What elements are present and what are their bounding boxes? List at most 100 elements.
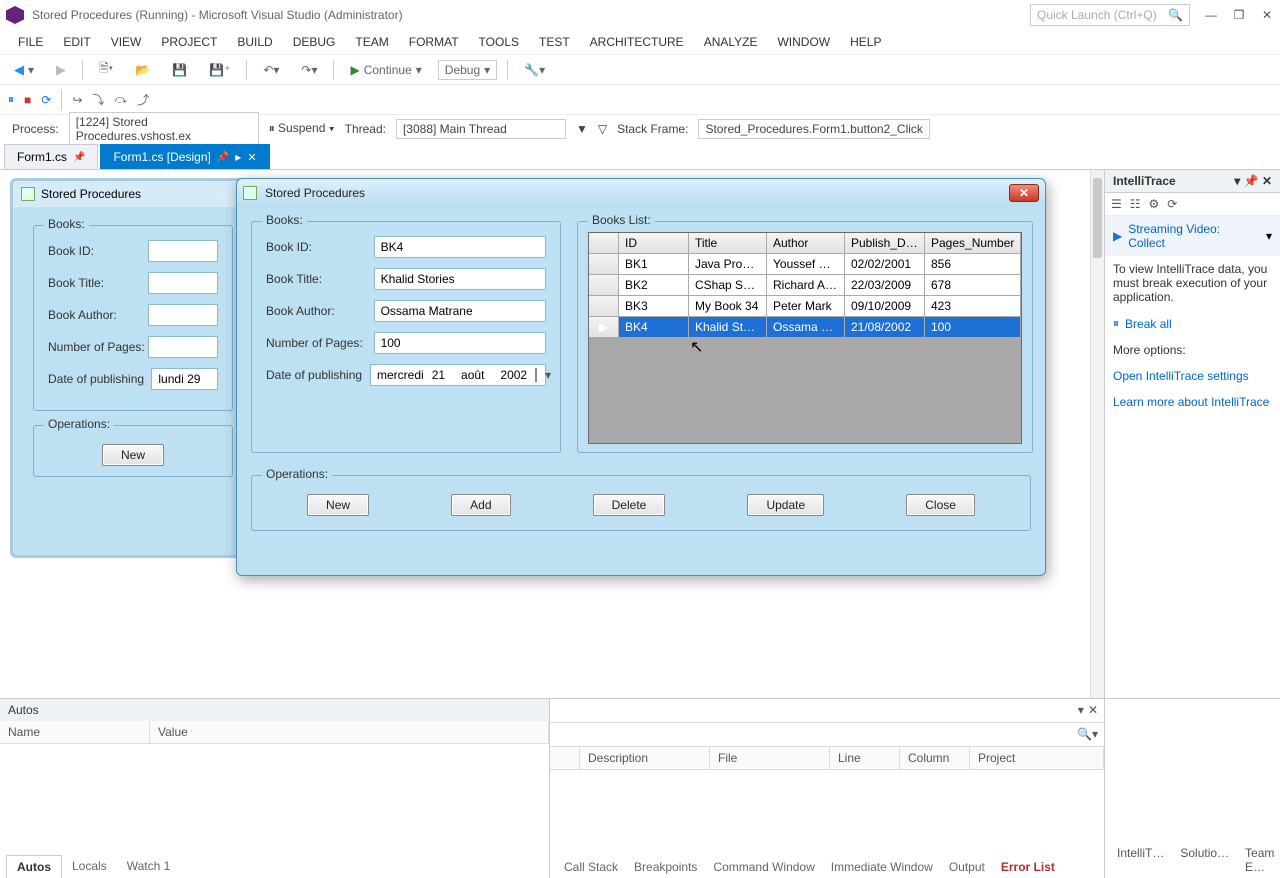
- update-button[interactable]: Update: [747, 494, 824, 516]
- dropdown-icon[interactable]: ▾: [1234, 174, 1240, 188]
- tab-breakpoints[interactable]: Breakpoints: [626, 856, 705, 878]
- input-pages[interactable]: [374, 332, 546, 354]
- close-button[interactable]: ✕: [1260, 8, 1274, 22]
- editor-scrollbar[interactable]: [1090, 170, 1104, 698]
- list-icon[interactable]: ☰: [1111, 197, 1122, 211]
- add-button[interactable]: Add: [451, 494, 510, 516]
- books-grid[interactable]: ID Title Author Publish_Date Pages_Numbe…: [588, 232, 1022, 444]
- input-book-id[interactable]: [374, 236, 546, 258]
- col-pages[interactable]: Pages_Number: [925, 233, 1021, 254]
- tab-autos[interactable]: Autos: [6, 855, 62, 878]
- thread-combo[interactable]: [3088] Main Thread: [396, 119, 566, 139]
- pin-icon[interactable]: 📌: [217, 152, 229, 163]
- learn-more-link[interactable]: Learn more about IntelliTrace: [1113, 395, 1269, 409]
- process-combo[interactable]: [1224] Stored Procedures.vshost.ex: [69, 112, 259, 146]
- menu-help[interactable]: HELP: [840, 31, 891, 53]
- quick-launch[interactable]: Quick Launch (Ctrl+Q) 🔍: [1030, 4, 1190, 26]
- suspend-button[interactable]: ⏸ Suspend ▾: [269, 121, 335, 136]
- col-date[interactable]: Publish_Date: [845, 233, 925, 254]
- menu-build[interactable]: BUILD: [227, 31, 282, 53]
- menu-debug[interactable]: DEBUG: [283, 31, 346, 53]
- field-title[interactable]: [148, 272, 218, 294]
- undo-icon[interactable]: ↶▾: [257, 61, 285, 79]
- tab-output[interactable]: Output: [941, 856, 993, 878]
- calendar-icon[interactable]: [535, 368, 537, 382]
- menu-project[interactable]: PROJECT: [151, 31, 227, 53]
- tab-locals[interactable]: Locals: [62, 855, 117, 878]
- input-book-author[interactable]: [374, 300, 546, 322]
- new-button[interactable]: New: [102, 444, 164, 466]
- dropdown-icon[interactable]: ▾: [1078, 703, 1084, 717]
- refresh-icon[interactable]: ⟳: [1167, 197, 1177, 211]
- pin-icon[interactable]: 📌: [73, 152, 85, 163]
- menu-window[interactable]: WINDOW: [767, 31, 840, 53]
- tab-intellitrace[interactable]: IntelliT…: [1109, 842, 1172, 878]
- restore-button[interactable]: ❐: [1232, 8, 1246, 22]
- menu-architecture[interactable]: ARCHITECTURE: [580, 31, 694, 53]
- menu-test[interactable]: TEST: [529, 31, 580, 53]
- new-project-icon[interactable]: 🗎▾: [93, 57, 119, 82]
- menu-file[interactable]: FILE: [8, 31, 53, 53]
- tab-command[interactable]: Command Window: [705, 856, 822, 878]
- table-row[interactable]: BK2CShap Spec…Richard Alex22/03/2009678: [589, 275, 1021, 296]
- pin-icon[interactable]: 📌: [1244, 174, 1259, 188]
- input-book-title[interactable]: [374, 268, 546, 290]
- nav-back-button[interactable]: ◀▾: [8, 60, 40, 80]
- tab-immediate[interactable]: Immediate Window: [823, 856, 941, 878]
- step-icon[interactable]: ↪: [72, 93, 82, 107]
- filter2-icon[interactable]: ▽: [598, 122, 607, 136]
- chevron-down-icon[interactable]: ▾: [545, 368, 551, 382]
- open-settings-link[interactable]: Open IntelliTrace settings: [1113, 369, 1249, 383]
- chevron-down-icon[interactable]: ▾: [1266, 229, 1272, 243]
- col-author[interactable]: Author: [767, 233, 845, 254]
- menu-team[interactable]: TEAM: [345, 31, 398, 53]
- tools-icon[interactable]: 🔧▾: [518, 61, 551, 79]
- tab-team[interactable]: Team E…: [1237, 842, 1280, 878]
- menu-tools[interactable]: TOOLS: [469, 31, 529, 53]
- save-icon[interactable]: 💾: [166, 61, 193, 79]
- minimize-button[interactable]: —: [1204, 8, 1218, 22]
- tab-errorlist[interactable]: Error List: [993, 856, 1063, 878]
- input-date[interactable]: mercredi 21 août 2002 ▾: [370, 364, 546, 386]
- search-icon[interactable]: 🔍▾: [1077, 727, 1098, 741]
- close-panel-icon[interactable]: ✕: [1262, 174, 1272, 188]
- tab-form1-cs[interactable]: Form1.cs 📌: [4, 144, 98, 169]
- menu-format[interactable]: FORMAT: [399, 31, 469, 53]
- tab-form1-design[interactable]: Form1.cs [Design] 📌 ▸ ✕: [100, 144, 269, 169]
- restart-icon[interactable]: ⟳: [41, 93, 51, 107]
- continue-button[interactable]: ▶ Continue ▾: [344, 61, 427, 79]
- nav-forward-button[interactable]: ▶: [50, 60, 72, 80]
- step-into-icon[interactable]: ⤵: [92, 91, 104, 108]
- new-button[interactable]: New: [307, 494, 369, 516]
- col-title[interactable]: Title: [689, 233, 767, 254]
- delete-button[interactable]: Delete: [593, 494, 666, 516]
- filter-icon[interactable]: ▼: [576, 122, 588, 136]
- tab-solution[interactable]: Solutio…: [1172, 842, 1237, 878]
- preview-icon[interactable]: ▸: [235, 150, 241, 164]
- close-icon[interactable]: ✕: [1088, 703, 1098, 717]
- menu-analyze[interactable]: ANALYZE: [694, 31, 768, 53]
- field-pages[interactable]: [148, 336, 218, 358]
- field-id[interactable]: [148, 240, 218, 262]
- stack-combo[interactable]: Stored_Procedures.Form1.button2_Click: [698, 119, 930, 139]
- close-tab-icon[interactable]: ✕: [247, 151, 256, 164]
- field-date[interactable]: lundi 29: [151, 368, 218, 390]
- tree-icon[interactable]: ☷: [1130, 197, 1141, 211]
- redo-icon[interactable]: ↷▾: [295, 61, 323, 79]
- step-over-icon[interactable]: ⤼: [114, 92, 127, 107]
- table-row[interactable]: BK1Java Progra…Youssef Ro…02/02/2001856: [589, 254, 1021, 275]
- break-all-link[interactable]: Break all: [1125, 317, 1172, 331]
- col-id[interactable]: ID: [619, 233, 689, 254]
- save-all-icon[interactable]: 💾⁺: [203, 61, 236, 79]
- open-icon[interactable]: 📂: [129, 61, 156, 79]
- pause-icon[interactable]: ⏸: [8, 92, 14, 107]
- stop-icon[interactable]: ■: [24, 93, 31, 107]
- table-row[interactable]: BK3My Book 34Peter Mark09/10/2009423: [589, 296, 1021, 317]
- menu-edit[interactable]: EDIT: [53, 31, 100, 53]
- configuration-combo[interactable]: Debug ▾: [438, 60, 497, 80]
- tab-callstack[interactable]: Call Stack: [556, 856, 626, 878]
- menu-view[interactable]: VIEW: [101, 31, 152, 53]
- step-out-icon[interactable]: ⤴: [137, 91, 149, 108]
- stream-label[interactable]: Streaming Video: Collect: [1128, 222, 1260, 250]
- close-button[interactable]: Close: [906, 494, 975, 516]
